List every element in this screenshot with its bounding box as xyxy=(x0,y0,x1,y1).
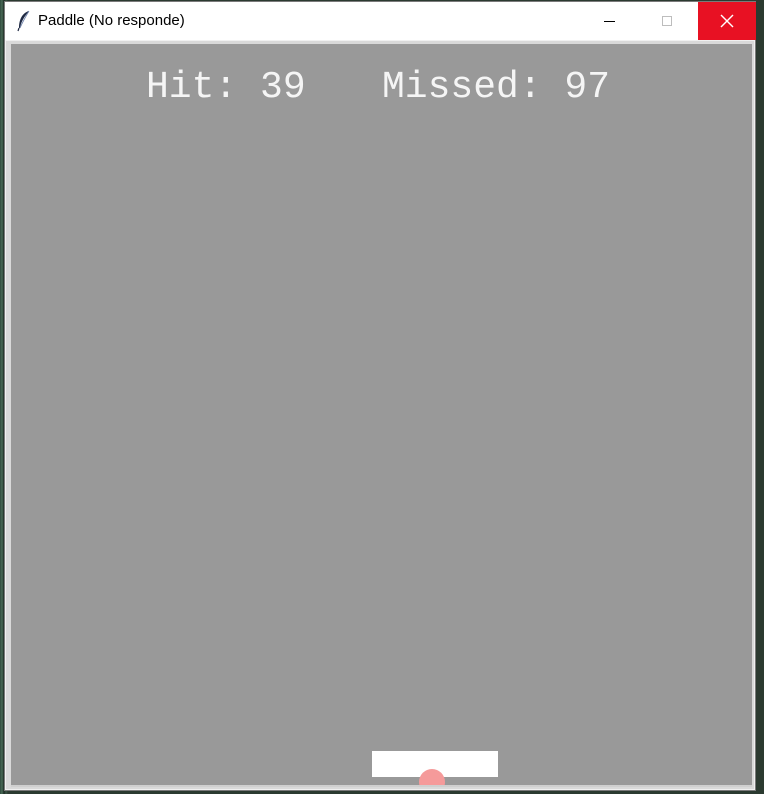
title-bar[interactable]: Paddle (No responde) xyxy=(5,2,756,40)
maximize-icon xyxy=(662,16,672,26)
close-icon xyxy=(720,14,734,28)
minimize-icon xyxy=(603,20,615,22)
app-window: Paddle (No responde) Hit: 39 Missed: 97 xyxy=(4,1,756,791)
missed-counter: Missed: 97 xyxy=(382,66,611,109)
maximize-button[interactable] xyxy=(644,2,690,40)
canvas-frame: Hit: 39 Missed: 97 xyxy=(6,41,754,789)
feather-icon xyxy=(17,10,30,32)
close-button[interactable] xyxy=(698,2,756,40)
hit-counter: Hit: 39 xyxy=(146,66,306,109)
minimize-button[interactable] xyxy=(586,2,632,40)
game-canvas[interactable]: Hit: 39 Missed: 97 xyxy=(11,44,752,787)
window-title: Paddle (No responde) xyxy=(38,12,185,29)
